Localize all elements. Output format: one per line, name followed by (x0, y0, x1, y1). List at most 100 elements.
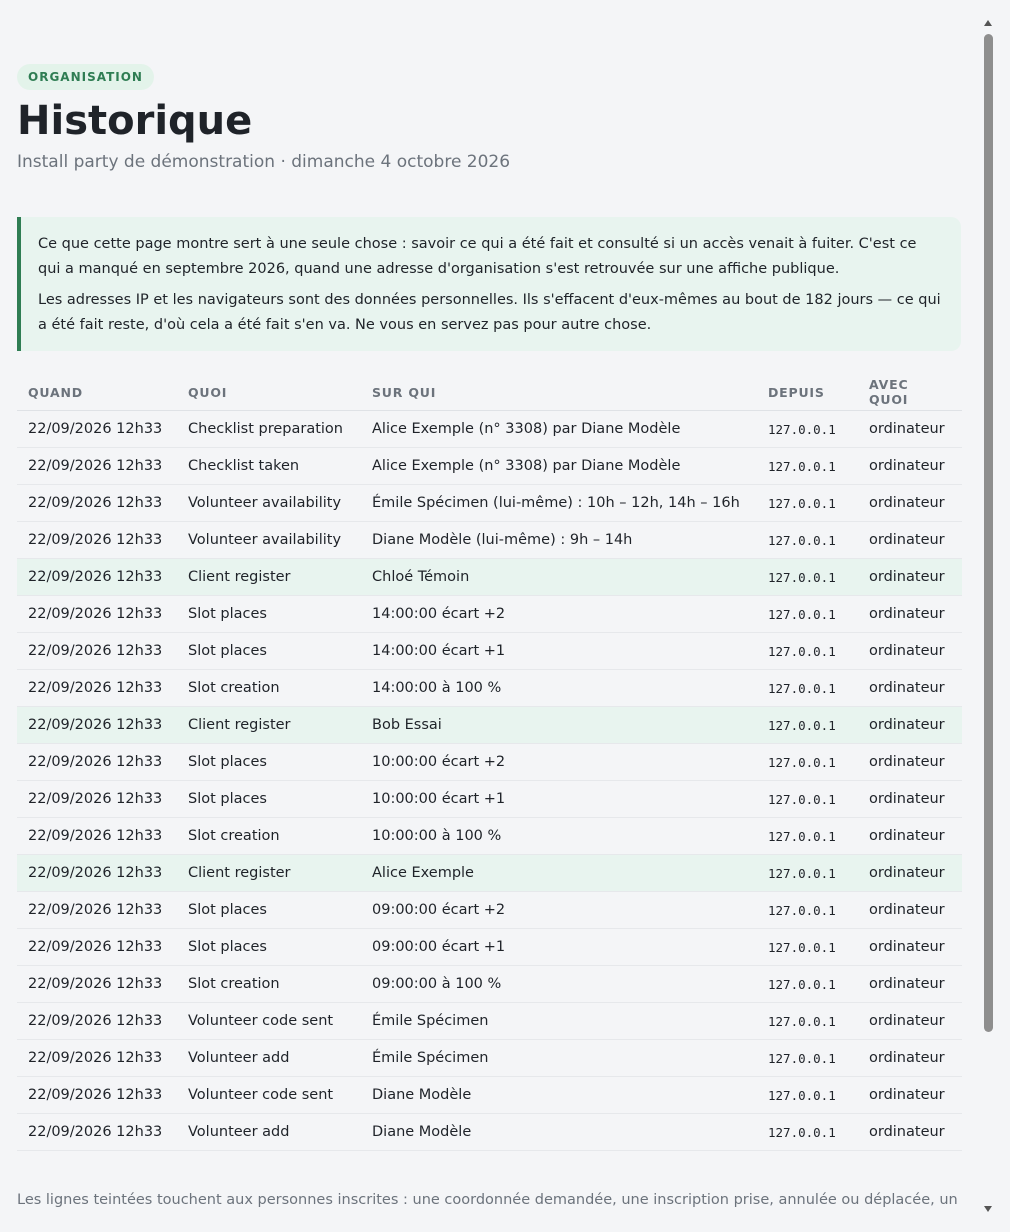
cell-with: ordinateur (858, 447, 962, 485)
cell-what: Slot creation (177, 965, 361, 1003)
cell-who: 14:00:00 écart +2 (361, 595, 757, 633)
cell-what: Checklist preparation (177, 410, 361, 448)
cell-what: Slot places (177, 928, 361, 966)
cell-who: Alice Exemple (n° 3308) par Diane Modèle (361, 410, 757, 448)
table-row: 22/09/2026 12h33 Slot places 10:00:00 écar… (17, 743, 962, 781)
cell-who: Émile Spécimen (361, 1002, 757, 1040)
cell-with: ordinateur (858, 965, 962, 1003)
cell-who: Diane Modèle (361, 1113, 757, 1151)
cell-who: 09:00:00 écart +2 (361, 891, 757, 929)
cell-what: Volunteer code sent (177, 1002, 361, 1040)
cell-with: ordinateur (858, 521, 962, 559)
cell-with: ordinateur (858, 1076, 962, 1114)
cell-what: Volunteer availability (177, 521, 361, 559)
cell-when: 22/09/2026 12h33 (17, 669, 177, 707)
cell-what: Slot places (177, 743, 361, 781)
cell-when: 22/09/2026 12h33 (17, 521, 177, 559)
cell-what: Volunteer add (177, 1039, 361, 1077)
cell-who: 09:00:00 écart +1 (361, 928, 757, 966)
cell-who: Chloé Témoin (361, 558, 757, 596)
table-row: 22/09/2026 12h33 Client register Bob Essai… (17, 706, 962, 744)
table-row: 22/09/2026 12h33 Volunteer add Diane Modèl… (17, 1113, 962, 1151)
cell-who: Bob Essai (361, 706, 757, 744)
cell-from: 127.0.0.1 (757, 743, 858, 781)
cell-from: 127.0.0.1 (757, 891, 858, 929)
cell-with: ordinateur (858, 410, 962, 448)
cell-what: Slot places (177, 780, 361, 818)
cell-what: Checklist taken (177, 447, 361, 485)
cell-from: 127.0.0.1 (757, 632, 858, 670)
cell-from: 127.0.0.1 (757, 706, 858, 744)
table-row: 22/09/2026 12h33 Volunteer availability Di… (17, 521, 962, 559)
cell-who: Diane Modèle (361, 1076, 757, 1114)
cell-from: 127.0.0.1 (757, 1076, 858, 1114)
column-header-with: AVEC QUOI (858, 374, 962, 411)
table-row: 22/09/2026 12h33 Slot places 09:00:00 écar… (17, 928, 962, 966)
cell-when: 22/09/2026 12h33 (17, 743, 177, 781)
cell-who: 10:00:00 à 100 % (361, 817, 757, 855)
cell-who: Diane Modèle (lui-même) : 9h – 14h (361, 521, 757, 559)
cell-when: 22/09/2026 12h33 (17, 1039, 177, 1077)
cell-with: ordinateur (858, 817, 962, 855)
cell-what: Client register (177, 854, 361, 892)
cell-with: ordinateur (858, 558, 962, 596)
cell-when: 22/09/2026 12h33 (17, 1076, 177, 1114)
scrollbar[interactable] (982, 18, 994, 1214)
cell-from: 127.0.0.1 (757, 965, 858, 1003)
cell-when: 22/09/2026 12h33 (17, 558, 177, 596)
cell-from: 127.0.0.1 (757, 854, 858, 892)
cell-with: ordinateur (858, 595, 962, 633)
scroll-up-arrow-icon[interactable] (984, 20, 992, 26)
table-row: 22/09/2026 12h33 Volunteer availability Ém… (17, 484, 962, 522)
cell-when: 22/09/2026 12h33 (17, 706, 177, 744)
cell-from: 127.0.0.1 (757, 817, 858, 855)
column-header-when: QUAND (17, 374, 177, 411)
cell-with: ordinateur (858, 780, 962, 818)
cell-with: ordinateur (858, 1113, 962, 1151)
table-row: 22/09/2026 12h33 Volunteer code sent Émile… (17, 1002, 962, 1040)
cell-from: 127.0.0.1 (757, 595, 858, 633)
table-row: 22/09/2026 12h33 Slot places 14:00:00 écar… (17, 632, 962, 670)
cell-what: Volunteer availability (177, 484, 361, 522)
privacy-notice: Ce que cette page montre sert à une seul… (17, 217, 961, 351)
page-title: Historique (17, 98, 253, 144)
table-row: 22/09/2026 12h33 Slot creation 10:00:00 à … (17, 817, 962, 855)
cell-what: Slot creation (177, 669, 361, 707)
cell-who: 14:00:00 écart +1 (361, 632, 757, 670)
table-row: 22/09/2026 12h33 Slot places 09:00:00 écar… (17, 891, 962, 929)
history-table: QUAND QUOI SUR QUI DEPUIS AVEC QUOI 22/0… (17, 374, 962, 1151)
cell-who: Émile Spécimen (lui-même) : 10h – 12h, 1… (361, 484, 757, 522)
cell-from: 127.0.0.1 (757, 410, 858, 448)
cell-with: ordinateur (858, 743, 962, 781)
cell-what: Volunteer code sent (177, 1076, 361, 1114)
cell-who: 09:00:00 à 100 % (361, 965, 757, 1003)
column-header-what: QUOI (177, 374, 361, 411)
table-header-row: QUAND QUOI SUR QUI DEPUIS AVEC QUOI (17, 374, 962, 411)
cell-who: Alice Exemple (361, 854, 757, 892)
page-subtitle: Install party de démonstration · dimanch… (17, 152, 511, 172)
cell-when: 22/09/2026 12h33 (17, 817, 177, 855)
cell-from: 127.0.0.1 (757, 521, 858, 559)
table-row: 22/09/2026 12h33 Slot creation 09:00:00 à … (17, 965, 962, 1003)
cell-who: Émile Spécimen (361, 1039, 757, 1077)
cell-who: Alice Exemple (n° 3308) par Diane Modèle (361, 447, 757, 485)
cell-who: 10:00:00 écart +2 (361, 743, 757, 781)
table-row: 22/09/2026 12h33 Checklist preparation Ali… (17, 410, 962, 448)
cell-from: 127.0.0.1 (757, 1039, 858, 1077)
table-row: 22/09/2026 12h33 Volunteer code sent Diane… (17, 1076, 962, 1114)
cell-what: Slot creation (177, 817, 361, 855)
cell-when: 22/09/2026 12h33 (17, 854, 177, 892)
cell-when: 22/09/2026 12h33 (17, 1002, 177, 1040)
scroll-down-arrow-icon[interactable] (984, 1206, 992, 1212)
cell-when: 22/09/2026 12h33 (17, 595, 177, 633)
scrollbar-thumb[interactable] (984, 34, 993, 1032)
cell-with: ordinateur (858, 1039, 962, 1077)
column-header-from: DEPUIS (757, 374, 858, 411)
cell-what: Slot places (177, 891, 361, 929)
table-row: 22/09/2026 12h33 Slot creation 14:00:00 à … (17, 669, 962, 707)
cell-with: ordinateur (858, 854, 962, 892)
cell-from: 127.0.0.1 (757, 484, 858, 522)
cell-who: 14:00:00 à 100 % (361, 669, 757, 707)
cell-with: ordinateur (858, 928, 962, 966)
cell-with: ordinateur (858, 1002, 962, 1040)
